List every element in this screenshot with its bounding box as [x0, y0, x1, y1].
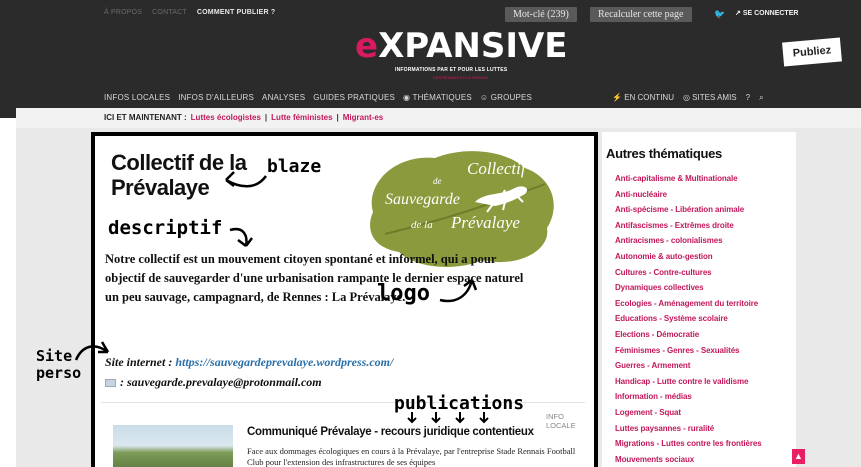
sidebar-item[interactable]: Féminismes - Genres - Sexualités [615, 343, 762, 359]
annotation-site-2: perso [36, 364, 82, 382]
about-link[interactable]: À PROPOS [104, 9, 142, 16]
publiez-button[interactable]: Publiez [782, 37, 842, 67]
how-to-publish-link[interactable]: COMMENT PUBLIER ? [197, 9, 275, 16]
annotation-logo: logo [377, 281, 430, 306]
ici-label: ICI ET MAINTENANT : [104, 113, 187, 122]
arrow-logo [439, 279, 478, 303]
sidebar-item[interactable]: Anti-spécisme - Libération animale [615, 202, 762, 218]
sidebar-item[interactable]: Guerres - Armement [615, 358, 762, 374]
help-icon[interactable]: ? [746, 93, 750, 103]
sidebar-item[interactable]: Luttes paysannes - ruralité [615, 421, 762, 437]
sidebar-item[interactable]: Antiracismes - colonialismes [615, 233, 762, 249]
scroll-top-button[interactable]: ▲ [792, 449, 805, 464]
leaf-text-4: de la [411, 219, 433, 231]
separator: | [336, 113, 339, 122]
site-link[interactable]: https://sauvegardeprevalaye.wordpress.co… [175, 355, 393, 369]
arrows-publications [407, 412, 489, 424]
nav-groupes-label: GROUPES [490, 93, 533, 102]
nav-en-continu[interactable]: ⚡ EN CONTINU [612, 93, 674, 103]
sidebar-item[interactable]: Dynamiques collectives [615, 280, 762, 296]
nav-infos-locales[interactable]: INFOS LOCALES [104, 93, 170, 102]
site-line: Site internet : https://sauvegardepreval… [105, 355, 393, 370]
sidebar-item[interactable]: Educations - Système scolaire [615, 311, 762, 327]
nav-guides[interactable]: GUIDES PRATIQUES [313, 93, 395, 102]
logo-wordmark-rest: XPANSIVE [378, 26, 568, 66]
annotation-descriptif: descriptif [108, 217, 223, 239]
logo-tagline-2: DES RENNES ET LA REGION [433, 75, 488, 80]
arrow-descriptif [229, 227, 253, 247]
contact-link[interactable]: CONTACT [152, 9, 187, 16]
category-label[interactable]: INFO LOCALE [546, 412, 594, 430]
annotation-blaze: blaze [267, 156, 322, 177]
search-icon[interactable]: ⌕ [759, 93, 763, 103]
main-nav: INFOS LOCALES INFOS D'AILLEURS ANALYSES … [104, 93, 532, 102]
sidebar-item[interactable]: Elections - Démocratie [615, 327, 762, 343]
leaf-text-5: Prévalaye [450, 213, 520, 232]
site-logo[interactable]: eXPANSIVE INFORMATIONS PAR ET POUR LES L… [355, 24, 568, 84]
mail-line: : sauvegarde.prevalaye@protonmail.com [105, 375, 322, 390]
ici-link-migrantes[interactable]: Migrant-es [343, 113, 383, 122]
sidebar-item[interactable]: Cultures - Contre-cultures [615, 265, 762, 281]
sidebar-thematiques: Autres thématiques Anti-capitalisme & Mu… [602, 132, 796, 467]
sidebar-item[interactable]: Handicap - Lutte contre le validisme [615, 374, 762, 390]
logo-wordmark: eXPANSIVE [355, 26, 568, 66]
ici-link-feministes[interactable]: Lutte féministes [271, 113, 332, 122]
ici-bar: ICI ET MAINTENANT : Luttes écologistes |… [16, 108, 861, 128]
sidebar-item[interactable]: Mouvements sociaux [615, 452, 762, 467]
leaf-text-2: de [433, 176, 442, 186]
nav-analyses[interactable]: ANALYSES [262, 93, 305, 102]
sidebar-item[interactable]: Autonomie & auto-gestion [615, 249, 762, 265]
sidebar-item[interactable]: Information - médias [615, 389, 762, 405]
arrow-blaze [225, 171, 268, 188]
nav-sites-amis-label: SITES AMIS [692, 93, 737, 102]
twitter-icon[interactable]: 🐦 [714, 9, 725, 20]
nav-en-continu-label: EN CONTINU [624, 93, 674, 102]
nav-thematiques-label: THÉMATIQUES [412, 93, 472, 102]
site-label: Site internet : [105, 355, 173, 369]
nav-infos-ailleurs[interactable]: INFOS D'AILLEURS [178, 93, 254, 102]
sidebar-item[interactable]: Migrations - Luttes contre les frontière… [615, 436, 762, 452]
leaf-text-3: Sauvegarde [385, 191, 460, 208]
publication-title[interactable]: Communiqué Prévalaye - recours juridique… [247, 426, 534, 438]
publication-excerpt: Face aux dommages écologiques en cours à… [247, 446, 576, 467]
site-header: À PROPOS CONTACT COMMENT PUBLIER ? Mot-c… [0, 0, 861, 118]
login-label: SE CONNECTER [742, 10, 799, 17]
publication-thumbnail[interactable] [113, 425, 233, 467]
logo-e: e [355, 26, 379, 66]
login-link[interactable]: ↗ SE CONNECTER [735, 9, 798, 17]
sidebar-list: Anti-capitalisme & Multinationale Anti-n… [615, 171, 762, 467]
top-links: À PROPOS CONTACT COMMENT PUBLIER ? [104, 9, 275, 16]
sidebar-item[interactable]: Ecologies - Aménagement du territoire [615, 296, 762, 312]
group-card: Collectif de la Prévalaye Collectif de S… [91, 132, 598, 467]
leaf-text-1: Collectif [467, 159, 528, 178]
email-address[interactable]: : sauvegarde.prevalaye@protonmail.com [120, 375, 322, 390]
nav-groupes[interactable]: ☺ GROUPES [480, 93, 532, 102]
separator: | [264, 113, 268, 122]
ici-link-ecologistes[interactable]: Luttes écologistes [191, 113, 261, 122]
nav-thematiques[interactable]: ◉ THÉMATIQUES [403, 93, 472, 102]
sidebar-item[interactable]: Anti-nucléaire [615, 187, 762, 203]
logo-tagline: INFORMATIONS PAR ET POUR LES LUTTES [395, 67, 508, 73]
recalc-button[interactable]: Recalculer cette page [590, 7, 692, 22]
sidebar-item[interactable]: Logement - Squat [615, 405, 762, 421]
sidebar-title: Autres thématiques [606, 146, 722, 161]
sidebar-item[interactable]: Anti-capitalisme & Multinationale [615, 171, 762, 187]
arrow-site [74, 341, 110, 361]
nav-sites-amis[interactable]: ◎ SITES AMIS [683, 93, 737, 103]
sidebar-item[interactable]: Antifascismes - Extrêmes droite [615, 218, 762, 234]
keyword-button[interactable]: Mot-clé (239) [505, 7, 577, 22]
mail-icon [105, 378, 116, 387]
nav-right: ⚡ EN CONTINU ◎ SITES AMIS ? ⌕ [612, 93, 764, 103]
